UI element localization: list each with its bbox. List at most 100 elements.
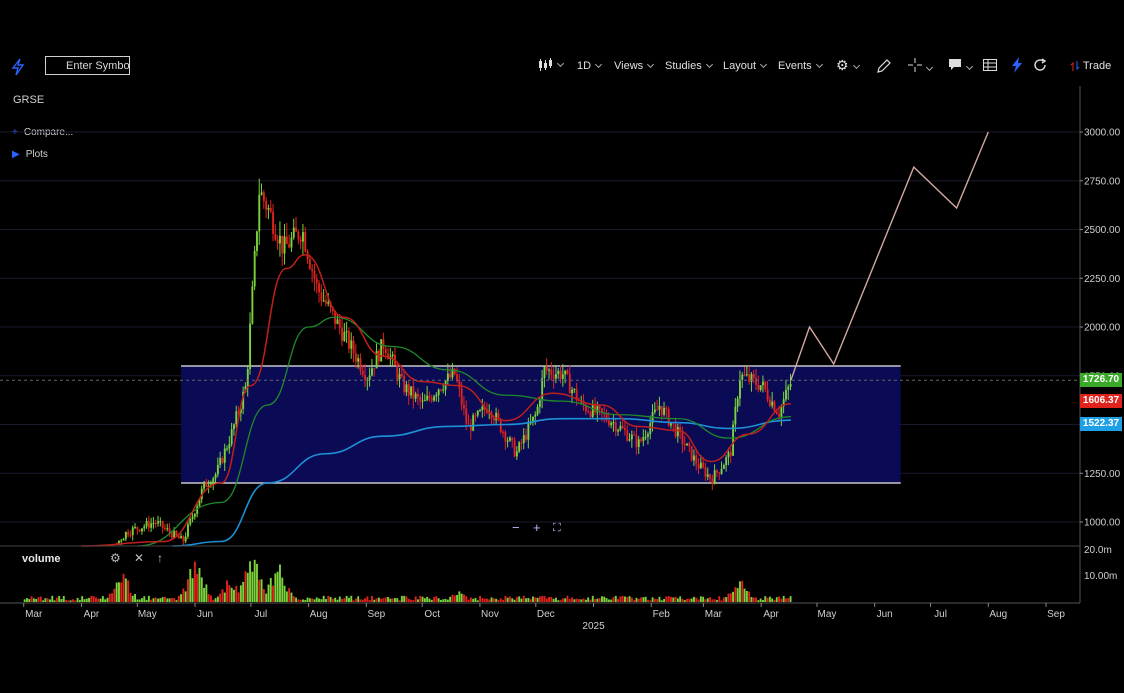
candle-body: [518, 442, 521, 452]
fit-chart-button[interactable]: ⛶: [553, 522, 561, 535]
volume-tick-label: 20.0m: [1084, 545, 1112, 556]
layout-dropdown[interactable]: Layout: [723, 60, 768, 72]
volume-bar: [373, 599, 376, 602]
volume-bar: [755, 597, 758, 602]
chevron-down-icon: [705, 60, 713, 69]
candle-body: [617, 429, 620, 432]
volume-bar: [456, 594, 459, 602]
volume-bar: [251, 571, 254, 602]
quick-trade-button[interactable]: [1011, 57, 1023, 76]
table-view-button[interactable]: [983, 59, 997, 74]
settings-button[interactable]: ⚙: [836, 57, 860, 74]
volume-bar: [672, 597, 675, 602]
draw-button[interactable]: [876, 58, 892, 77]
candle-body: [571, 389, 574, 394]
candle-body: [490, 412, 493, 419]
ma-fast-price-tag: 1606.37: [1080, 393, 1122, 408]
symbol-search-input[interactable]: [45, 56, 130, 75]
candle-body: [520, 442, 523, 444]
candle-body: [564, 370, 567, 375]
candle-body: [325, 300, 327, 304]
zoom-out-button[interactable]: −: [512, 520, 520, 535]
volume-bar: [575, 598, 578, 602]
candle-body: [702, 462, 705, 468]
chart-type-button[interactable]: [537, 58, 565, 72]
volume-bar: [653, 598, 656, 602]
lightning-logo-icon[interactable]: [10, 58, 26, 76]
grid-lines: [0, 131, 1080, 523]
volume-bar: [242, 581, 245, 602]
month-tick-label: Feb: [653, 609, 671, 620]
volume-bar: [610, 599, 613, 602]
volume-close-icon[interactable]: ✕: [134, 551, 144, 565]
volume-move-up-icon[interactable]: ↑: [157, 551, 163, 565]
volume-bar: [265, 593, 268, 602]
candle-body: [168, 528, 171, 533]
volume-bar: [423, 598, 426, 602]
volume-bar: [145, 599, 148, 602]
volume-bar: [630, 597, 633, 602]
candle-body: [152, 522, 155, 524]
comment-icon: [949, 59, 961, 70]
plots-button[interactable]: ▶ Plots: [12, 149, 48, 160]
volume-bar: [690, 598, 693, 602]
candle-body: [785, 389, 787, 400]
volume-bar: [695, 597, 698, 602]
volume-bar: [136, 599, 139, 602]
candle-body: [663, 407, 666, 415]
compare-button[interactable]: + Compare...: [12, 127, 73, 138]
candle-body: [787, 386, 790, 390]
volume-bar: [656, 599, 659, 602]
volume-bar: [458, 591, 461, 602]
volume-bar: [226, 580, 229, 602]
candle-body: [773, 401, 776, 412]
candle-body: [690, 446, 693, 461]
candle-body: [274, 233, 277, 240]
interval-dropdown[interactable]: 1D: [577, 60, 603, 72]
candle-body: [435, 394, 438, 397]
volume-bar: [244, 571, 247, 602]
trade-button[interactable]: Trade: [1070, 60, 1111, 72]
candle-body: [233, 424, 235, 430]
volume-bar: [28, 599, 31, 602]
volume-bar: [382, 598, 385, 602]
volume-bar: [375, 598, 378, 602]
refresh-button[interactable]: [1033, 58, 1047, 75]
volume-bar: [520, 598, 523, 602]
views-dropdown[interactable]: Views: [614, 60, 655, 72]
candle-body: [504, 432, 507, 442]
volume-bar: [150, 599, 153, 602]
price-chart[interactable]: 3000.002750.002500.002250.002000.001750.…: [0, 0, 1124, 693]
studies-dropdown[interactable]: Studies: [665, 60, 713, 72]
candle-body: [541, 378, 544, 401]
volume-bar: [384, 597, 387, 602]
comment-button[interactable]: [948, 58, 974, 74]
crosshair-icon: [908, 58, 922, 72]
projection-line-drawing[interactable]: [790, 131, 989, 381]
table-icon: [983, 59, 997, 71]
volume-bar: [739, 581, 741, 602]
candle-body: [672, 422, 675, 424]
price-tick-label: 2000.00: [1084, 323, 1121, 334]
volume-bar: [46, 598, 49, 602]
candle-body: [465, 408, 468, 424]
candle-body: [640, 439, 643, 441]
candle-body: [481, 406, 484, 410]
candle-body: [762, 381, 764, 386]
crosshair-button[interactable]: [908, 58, 934, 75]
candle-body: [509, 437, 511, 441]
candle-body: [492, 418, 495, 421]
events-dropdown[interactable]: Events: [778, 60, 823, 72]
candle-body: [437, 389, 440, 395]
volume-bar: [647, 599, 649, 602]
candle-body: [711, 478, 714, 485]
zoom-in-button[interactable]: +: [533, 520, 541, 535]
candle-body: [173, 531, 176, 538]
candle-body: [626, 430, 629, 441]
candle-body: [426, 395, 429, 401]
volume-settings-gear-icon[interactable]: ⚙: [110, 551, 121, 565]
candle-body: [555, 373, 557, 379]
range-box-drawing[interactable]: [181, 366, 901, 483]
volume-bar: [688, 598, 691, 602]
volume-bar: [269, 577, 272, 602]
